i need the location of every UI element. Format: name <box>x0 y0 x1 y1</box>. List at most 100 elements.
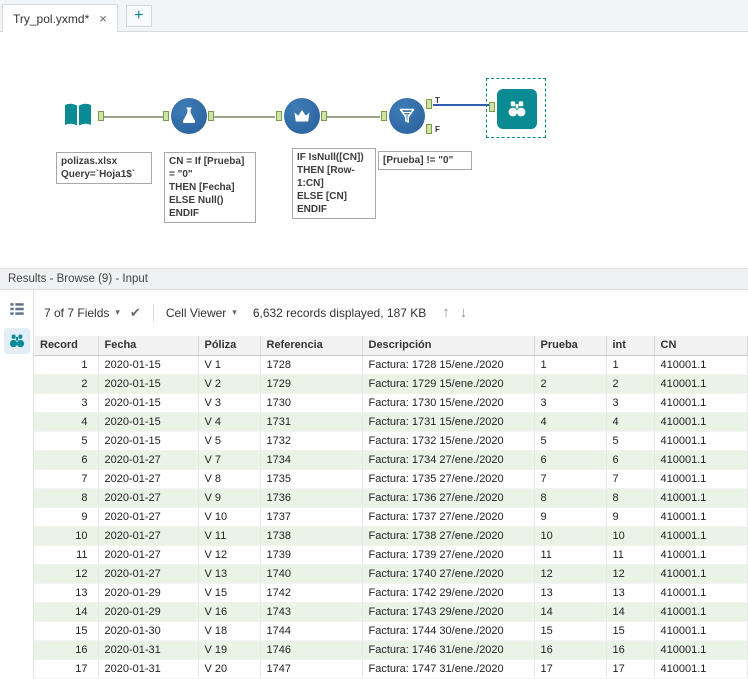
table-row[interactable]: 10 2020-01-27 V 11 1738 Factura: 1738 27/ene… <box>34 526 748 546</box>
column-header-record[interactable]: Record <box>34 335 99 356</box>
table-row[interactable]: 4 2020-01-15 V 4 1731 Factura: 1731 15/ene./… <box>34 412 748 432</box>
cell-p-liza[interactable]: V 11 <box>198 526 261 546</box>
cell-cn[interactable]: 410001.1 <box>654 583 748 603</box>
cell-cn[interactable]: 410001.1 <box>654 469 748 489</box>
close-icon[interactable]: × <box>99 11 107 26</box>
cell-record[interactable]: 16 <box>34 640 99 660</box>
cell-referencia[interactable]: 1731 <box>260 412 363 432</box>
table-row[interactable]: 8 2020-01-27 V 9 1736 Factura: 1736 27/ene./… <box>34 488 748 508</box>
cell-referencia[interactable]: 1737 <box>260 507 363 527</box>
cell-descripci-n[interactable]: Factura: 1742 29/ene./2020 <box>362 583 535 603</box>
table-row[interactable]: 15 2020-01-30 V 18 1744 Factura: 1744 30/ene… <box>34 621 748 641</box>
cell-int[interactable]: 15 <box>606 621 655 641</box>
formula-input-anchor[interactable] <box>163 111 169 121</box>
cell-descripci-n[interactable]: Factura: 1734 27/ene./2020 <box>362 450 535 470</box>
cell-record[interactable]: 12 <box>34 564 99 584</box>
cell-cn[interactable]: 410001.1 <box>654 450 748 470</box>
workflow-canvas[interactable]: T F polizas.xlsx Query=`Hoja1$` CN = If … <box>0 32 748 268</box>
table-row[interactable]: 7 2020-01-27 V 8 1735 Factura: 1735 27/ene./… <box>34 469 748 489</box>
cell-record[interactable]: 2 <box>34 374 99 394</box>
cell-cn[interactable]: 410001.1 <box>654 659 748 679</box>
cell-prueba[interactable]: 4 <box>534 412 607 432</box>
multirow-output-anchor[interactable] <box>321 111 327 121</box>
cell-int[interactable]: 9 <box>606 507 655 527</box>
cell-prueba[interactable]: 8 <box>534 488 607 508</box>
cell-cn[interactable]: 410001.1 <box>654 640 748 660</box>
cell-referencia[interactable]: 1740 <box>260 564 363 584</box>
table-row[interactable]: 16 2020-01-31 V 19 1746 Factura: 1746 31/ene… <box>34 640 748 660</box>
cell-fecha[interactable]: 2020-01-15 <box>98 412 199 432</box>
table-row[interactable]: 6 2020-01-27 V 7 1734 Factura: 1734 27/ene./… <box>34 450 748 470</box>
tool-browse[interactable] <box>497 89 537 129</box>
arrow-down-icon[interactable]: ↓ <box>460 304 468 321</box>
cell-record[interactable]: 7 <box>34 469 99 489</box>
cell-fecha[interactable]: 2020-01-27 <box>98 507 199 527</box>
cell-referencia[interactable]: 1739 <box>260 545 363 565</box>
tool-filter[interactable] <box>389 98 425 134</box>
cell-p-liza[interactable]: V 1 <box>198 355 261 375</box>
input-annotation[interactable]: polizas.xlsx Query=`Hoja1$` <box>56 152 152 184</box>
cell-prueba[interactable]: 2 <box>534 374 607 394</box>
cell-p-liza[interactable]: V 19 <box>198 640 261 660</box>
cell-descripci-n[interactable]: Factura: 1738 27/ene./2020 <box>362 526 535 546</box>
cell-int[interactable]: 12 <box>606 564 655 584</box>
cell-fecha[interactable]: 2020-01-27 <box>98 488 199 508</box>
cell-record[interactable]: 3 <box>34 393 99 413</box>
cell-descripci-n[interactable]: Factura: 1740 27/ene./2020 <box>362 564 535 584</box>
wire-formula-multirow[interactable] <box>214 116 275 118</box>
cell-p-liza[interactable]: V 13 <box>198 564 261 584</box>
cell-cn[interactable]: 410001.1 <box>654 602 748 622</box>
cell-cn[interactable]: 410001.1 <box>654 621 748 641</box>
browse-input-anchor[interactable] <box>489 102 495 112</box>
cell-referencia[interactable]: 1735 <box>260 469 363 489</box>
table-row[interactable]: 9 2020-01-27 V 10 1737 Factura: 1737 27/ene.… <box>34 507 748 527</box>
cell-int[interactable]: 14 <box>606 602 655 622</box>
wire-multirow-filter[interactable] <box>327 116 380 118</box>
cell-int[interactable]: 1 <box>606 355 655 375</box>
column-header-fecha[interactable]: Fecha <box>98 335 199 356</box>
cell-int[interactable]: 5 <box>606 431 655 451</box>
cell-int[interactable]: 3 <box>606 393 655 413</box>
cell-referencia[interactable]: 1738 <box>260 526 363 546</box>
cell-int[interactable]: 10 <box>606 526 655 546</box>
cell-prueba[interactable]: 15 <box>534 621 607 641</box>
cell-record[interactable]: 10 <box>34 526 99 546</box>
column-header-int[interactable]: int <box>606 335 655 356</box>
cell-prueba[interactable]: 10 <box>534 526 607 546</box>
cell-record[interactable]: 4 <box>34 412 99 432</box>
cell-descripci-n[interactable]: Factura: 1747 31/ene./2020 <box>362 659 535 679</box>
table-row[interactable]: 5 2020-01-15 V 5 1732 Factura: 1732 15/ene./… <box>34 431 748 451</box>
cell-fecha[interactable]: 2020-01-27 <box>98 469 199 489</box>
cell-fecha[interactable]: 2020-01-15 <box>98 355 199 375</box>
cell-referencia[interactable]: 1734 <box>260 450 363 470</box>
cell-int[interactable]: 2 <box>606 374 655 394</box>
column-header-referencia[interactable]: Referencia <box>260 335 363 356</box>
cell-prueba[interactable]: 1 <box>534 355 607 375</box>
cell-cn[interactable]: 410001.1 <box>654 374 748 394</box>
cell-record[interactable]: 17 <box>34 659 99 679</box>
cell-referencia[interactable]: 1747 <box>260 659 363 679</box>
cell-p-liza[interactable]: V 4 <box>198 412 261 432</box>
cell-referencia[interactable]: 1736 <box>260 488 363 508</box>
cell-prueba[interactable]: 14 <box>534 602 607 622</box>
cell-fecha[interactable]: 2020-01-27 <box>98 545 199 565</box>
cell-fecha[interactable]: 2020-01-31 <box>98 640 199 660</box>
cell-cn[interactable]: 410001.1 <box>654 412 748 432</box>
cell-int[interactable]: 17 <box>606 659 655 679</box>
results-grid[interactable]: Record Fecha Póliza Referencia Descripción Pr… <box>34 335 748 679</box>
cell-descripci-n[interactable]: Factura: 1735 27/ene./2020 <box>362 469 535 489</box>
cell-record[interactable]: 13 <box>34 583 99 603</box>
cell-cn[interactable]: 410001.1 <box>654 431 748 451</box>
cell-int[interactable]: 11 <box>606 545 655 565</box>
metadata-view-button[interactable] <box>4 296 30 322</box>
cell-fecha[interactable]: 2020-01-30 <box>98 621 199 641</box>
cell-prueba[interactable]: 3 <box>534 393 607 413</box>
cell-referencia[interactable]: 1730 <box>260 393 363 413</box>
cell-fecha[interactable]: 2020-01-29 <box>98 583 199 603</box>
cell-descripci-n[interactable]: Factura: 1731 15/ene./2020 <box>362 412 535 432</box>
cell-record[interactable]: 5 <box>34 431 99 451</box>
cell-cn[interactable]: 410001.1 <box>654 355 748 375</box>
table-row[interactable]: 3 2020-01-15 V 3 1730 Factura: 1730 15/ene./… <box>34 393 748 413</box>
cell-int[interactable]: 16 <box>606 640 655 660</box>
input-output-anchor[interactable] <box>98 111 104 121</box>
